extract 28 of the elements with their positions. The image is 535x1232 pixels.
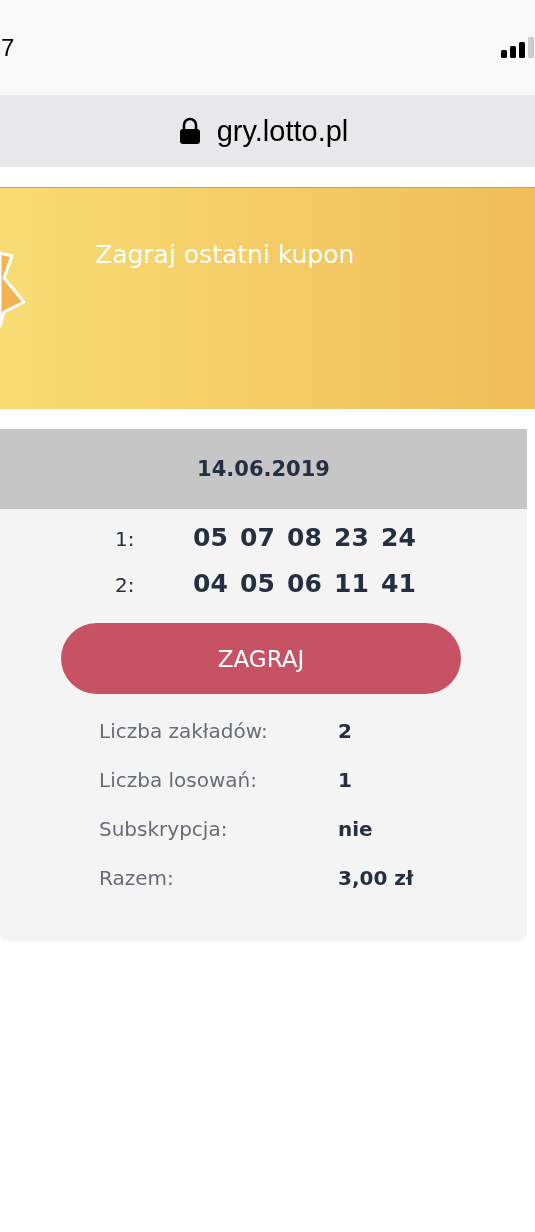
summary-label: Liczba zakładów:	[99, 718, 269, 743]
draw-date: 14.06.2019	[197, 457, 330, 481]
lottery-number: 04	[193, 569, 229, 598]
lottery-number: 11	[334, 569, 370, 598]
lottery-number: 05	[240, 569, 276, 598]
lottery-number: 07	[240, 523, 276, 552]
summary-label: Subskrypcja:	[99, 816, 229, 841]
summary-value: 3,00 zł	[338, 865, 414, 890]
summary-label: Razem:	[99, 865, 175, 890]
url-text: gry.lotto.pl	[216, 114, 349, 148]
summary-label: Liczba losowań:	[99, 767, 258, 792]
lottery-number: 41	[381, 569, 417, 598]
lock-icon	[178, 117, 201, 145]
summary-value: 1	[338, 767, 352, 792]
bet-label: 2:	[115, 573, 136, 597]
signal-icon	[501, 36, 535, 59]
lottery-number: 23	[334, 523, 370, 552]
play-button[interactable]: ZAGRAJ	[61, 623, 461, 694]
lottery-number: 05	[193, 523, 229, 552]
banner-title: Zagraj ostatni kupon	[95, 240, 355, 269]
lottery-number: 06	[287, 569, 323, 598]
lottery-number: 08	[287, 523, 323, 552]
bet-label: 1:	[115, 527, 136, 551]
address-bar[interactable]: gry.lotto.pl	[0, 95, 535, 167]
lottery-number: 24	[381, 523, 417, 552]
summary-value: nie	[338, 816, 373, 841]
status-time: 7	[1, 33, 15, 62]
summary-value: 2	[338, 718, 352, 743]
